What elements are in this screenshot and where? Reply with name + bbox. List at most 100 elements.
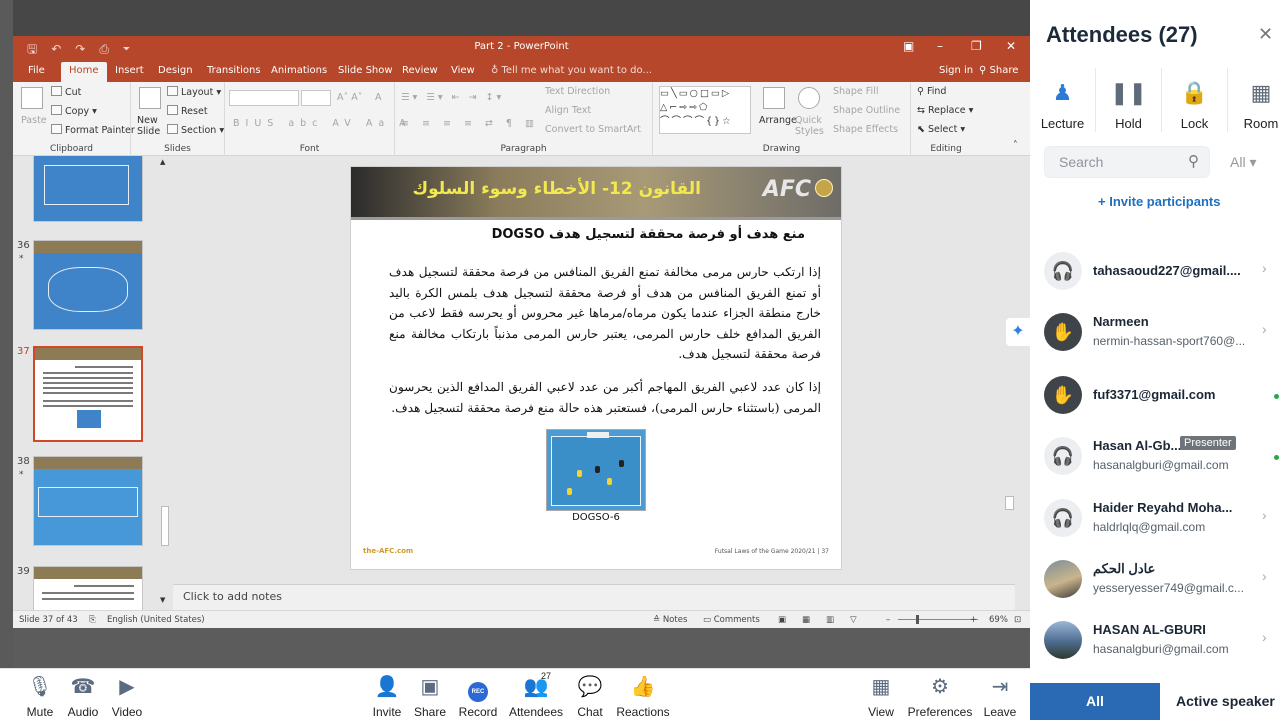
tab-insert[interactable]: Insert: [115, 65, 144, 76]
thumbnail-scroll-thumb[interactable]: [161, 506, 169, 546]
thumbnail-38[interactable]: [33, 456, 143, 546]
chevron-icon[interactable]: ›: [1262, 260, 1267, 276]
reactions-button[interactable]: 👍 Reactions: [613, 673, 673, 719]
replace-button[interactable]: ⇆ Replace ▾: [917, 105, 973, 116]
chat-button[interactable]: 💬 Chat: [560, 673, 620, 719]
notes-toggle[interactable]: ≙ Notes: [653, 615, 687, 625]
close-panel-icon[interactable]: ✕: [1258, 24, 1273, 45]
attendee-row[interactable]: ✋ Narmeen nermin-hassan-sport760@... ›: [1030, 313, 1280, 373]
zoom-level[interactable]: 69%: [989, 615, 1008, 625]
search-icon[interactable]: ⚲: [1188, 152, 1199, 170]
zoom-in-icon[interactable]: +: [970, 615, 977, 625]
minimize-icon[interactable]: –: [937, 39, 943, 53]
slide-scrollbar[interactable]: [1004, 156, 1015, 584]
tab-view[interactable]: View: [451, 65, 475, 76]
ribbon-display-icon[interactable]: ▣: [903, 39, 914, 53]
select-button[interactable]: ⬉ Select ▾: [917, 124, 965, 135]
tell-me-search[interactable]: ♁ Tell me what you want to do...: [491, 65, 652, 76]
thumbnail-39[interactable]: [33, 566, 143, 610]
section-button[interactable]: Section ▾: [167, 124, 224, 136]
attendee-row[interactable]: ✋ fuf3371@gmail.com: [1030, 376, 1280, 436]
tab-transitions[interactable]: Transitions: [207, 65, 261, 76]
hold-button[interactable]: ❚❚ Hold: [1096, 68, 1162, 132]
share-button[interactable]: ⚲ Share: [979, 65, 1018, 76]
zoom-out-icon[interactable]: –: [886, 615, 890, 625]
find-button[interactable]: ⚲ Find: [917, 86, 946, 97]
format-painter-button[interactable]: Format Painter: [51, 124, 135, 136]
attendee-row[interactable]: 🎧 tahasaoud227@gmail.... ›: [1030, 252, 1280, 312]
attendees-button[interactable]: 27 👥 Attendees: [506, 671, 566, 719]
quick-styles-button[interactable]: Quick Styles: [795, 115, 824, 137]
lock-button[interactable]: 🔒 Lock: [1162, 68, 1228, 132]
slide-scroll-thumb[interactable]: [1005, 496, 1014, 510]
thumbnail-35[interactable]: [33, 156, 143, 222]
chevron-icon[interactable]: ›: [1262, 629, 1267, 645]
chevron-icon[interactable]: ›: [1262, 507, 1267, 523]
align-text-button[interactable]: Align Text: [545, 105, 591, 116]
arrange-icon[interactable]: [763, 87, 785, 109]
font-size-select[interactable]: [301, 90, 331, 106]
shapes-gallery[interactable]: ▭╲▭○□▭▷ △⌐⇨⇨⬠ ⌒⌒⌒⌒{}☆: [659, 86, 751, 134]
align-icons[interactable]: ≡ ≡ ≡ ≡ ⇄ ¶ ▥: [401, 118, 539, 129]
list-icons[interactable]: ☰▾ ☰▾ ⇤ ⇥ ↕▾: [401, 92, 504, 103]
thumbnail-36[interactable]: [33, 240, 143, 330]
attendee-row[interactable]: HASAN AL-GBURI hasanalgburi@gmail.com ›: [1030, 621, 1280, 681]
layout-button[interactable]: Layout ▾: [167, 86, 221, 98]
comments-toggle[interactable]: ▭ Comments: [703, 615, 760, 625]
attendee-row[interactable]: عادل الحكم yesseryesser749@gmail.c... ›: [1030, 560, 1280, 620]
clear-format-icon[interactable]: A: [375, 92, 382, 103]
paste-button[interactable]: Paste: [21, 115, 47, 126]
shape-effects-button[interactable]: Shape Effects: [833, 124, 898, 135]
attendee-row[interactable]: 🎧 Hasan Al-Gb... Presenter hasanalgburi@…: [1030, 436, 1280, 497]
attendee-filter-select[interactable]: All ▾: [1230, 154, 1256, 171]
font-grow-icon[interactable]: A˄ A˅: [337, 92, 363, 103]
shape-outline-button[interactable]: Shape Outline: [833, 105, 900, 116]
scroll-up-icon[interactable]: ▲: [160, 158, 165, 166]
attendee-search-input[interactable]: Search: [1044, 146, 1210, 178]
zoom-slider[interactable]: [898, 619, 978, 620]
restore-icon[interactable]: ❐: [971, 39, 982, 53]
notes-pane[interactable]: Click to add notes: [173, 584, 1015, 610]
copy-button[interactable]: Copy ▾: [51, 105, 97, 117]
language-indicator[interactable]: English (United States): [107, 615, 205, 625]
tab-home[interactable]: Home: [61, 62, 107, 82]
tab-animations[interactable]: Animations: [271, 65, 327, 76]
scroll-down-icon[interactable]: ▼: [160, 596, 165, 604]
tab-file[interactable]: File: [28, 65, 45, 76]
font-family-select[interactable]: [229, 90, 299, 106]
view-button[interactable]: ▦ View: [851, 673, 911, 719]
thumbnail-37[interactable]: [33, 346, 143, 442]
tab-review[interactable]: Review: [402, 65, 438, 76]
preferences-button[interactable]: ⚙ Preferences: [903, 673, 977, 719]
leave-button[interactable]: ⇥ Leave: [970, 673, 1030, 719]
invite-participants-link[interactable]: + Invite participants: [1098, 194, 1220, 209]
new-slide-icon[interactable]: [139, 87, 161, 109]
attendee-row[interactable]: 🎧 Haider Reyahd Moha... haldrlqlq@gmail.…: [1030, 499, 1280, 559]
fit-slide-icon[interactable]: ⊡: [1014, 615, 1021, 625]
collapse-ribbon-icon[interactable]: ˄: [1013, 140, 1018, 151]
cut-button[interactable]: Cut: [51, 86, 81, 98]
text-direction-button[interactable]: Text Direction: [545, 86, 610, 97]
font-style-icons[interactable]: BIUS abc AV Aa A: [233, 118, 412, 129]
arrange-button[interactable]: Arrange: [759, 115, 797, 126]
room-button[interactable]: ▦ Room: [1228, 68, 1280, 132]
video-button[interactable]: ▶ Video: [97, 673, 157, 719]
close-icon[interactable]: ✕: [1006, 39, 1016, 53]
shape-fill-button[interactable]: Shape Fill: [833, 86, 878, 97]
zoom-slider-knob[interactable]: [916, 615, 919, 624]
reset-button[interactable]: Reset: [167, 105, 208, 117]
view-buttons[interactable]: ▣▦▥▽: [778, 615, 873, 625]
tab-all[interactable]: All: [1030, 683, 1160, 720]
chevron-icon[interactable]: ›: [1262, 321, 1267, 337]
tab-slide-show[interactable]: Slide Show: [338, 65, 393, 76]
quick-styles-icon[interactable]: [798, 87, 820, 109]
chevron-icon[interactable]: ›: [1262, 568, 1267, 584]
current-slide[interactable]: القانون 12- الأخطاء وسوء السلوك AFC منع …: [350, 166, 842, 570]
sign-in-link[interactable]: Sign in: [939, 65, 973, 76]
paste-icon[interactable]: [21, 87, 43, 109]
convert-smartart-button[interactable]: Convert to SmartArt: [545, 124, 641, 135]
new-slide-button[interactable]: New Slide: [137, 115, 167, 137]
dropbox-icon[interactable]: ✦: [1006, 318, 1030, 346]
lecture-button[interactable]: ♟ Lecture: [1030, 68, 1096, 132]
tab-design[interactable]: Design: [158, 65, 193, 76]
